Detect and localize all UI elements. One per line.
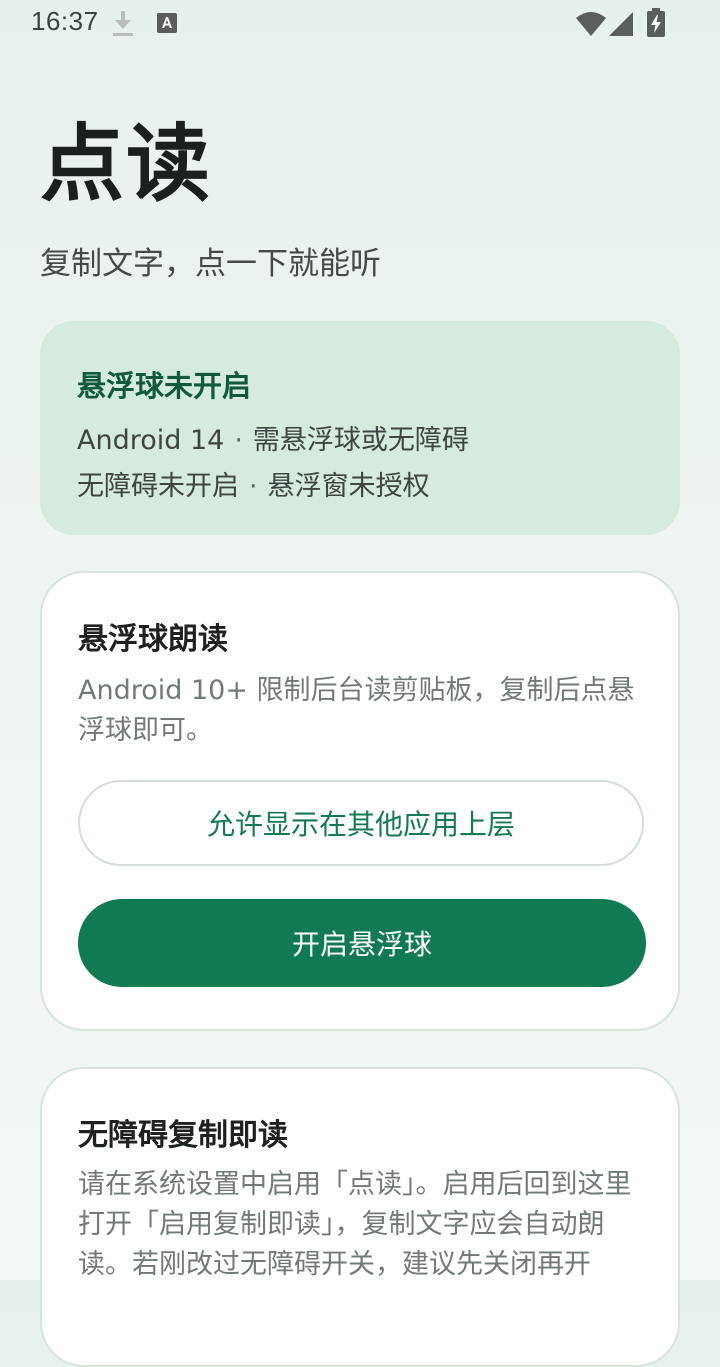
battery-charging-icon [647, 8, 665, 37]
accessibility-card: 无障碍复制即读 请在系统设置中启用「点读」。启用后回到这里打开「启用复制即读」，… [40, 1067, 680, 1367]
accessibility-card-description: 请在系统设置中启用「点读」。启用后回到这里打开「启用复制即读」，复制文字应会自动… [78, 1169, 632, 1280]
cell-signal-icon [609, 12, 633, 36]
page-title: 点读 [40, 115, 213, 213]
status-time: 16:37 [31, 6, 99, 36]
enable-floating-ball-button[interactable]: 开启悬浮球 [78, 899, 646, 987]
status-line-android: Android 14 · 需悬浮球或无障碍 [77, 418, 469, 457]
floating-ball-card: 悬浮球朗读 Android 10+ 限制后台读剪贴板，复制后点悬浮球即可。 允许… [40, 571, 680, 1031]
allow-overlay-button[interactable]: 允许显示在其他应用上层 [78, 780, 644, 866]
overlay-permission-status: 悬浮窗未授权 [267, 471, 430, 502]
status-separator: · [249, 471, 258, 502]
status-line-permissions: 无障碍未开启 · 悬浮窗未授权 [77, 464, 430, 503]
status-summary-card: 悬浮球未开启 Android 14 · 需悬浮球或无障碍 无障碍未开启 · 悬浮窗未授权 [40, 321, 680, 535]
accessibility-status: 无障碍未开启 [77, 471, 239, 502]
status-separator: · [234, 425, 243, 456]
requirement-text: 需悬浮球或无障碍 [252, 425, 469, 456]
wifi-icon [576, 12, 606, 36]
floating-ball-card-description: Android 10+ 限制后台读剪贴板，复制后点悬浮球即可。 [78, 675, 635, 746]
accessibility-card-title: 无障碍复制即读 [78, 1118, 288, 1153]
status-bar: 16:37 [0, 0, 720, 46]
keyboard-a-icon [157, 13, 177, 33]
download-icon [113, 11, 133, 36]
floating-ball-status: 悬浮球未开启 [77, 369, 252, 403]
android-version: Android 14 [77, 425, 225, 456]
floating-ball-card-title: 悬浮球朗读 [78, 622, 228, 657]
page-subtitle: 复制文字，点一下就能听 [40, 246, 381, 282]
